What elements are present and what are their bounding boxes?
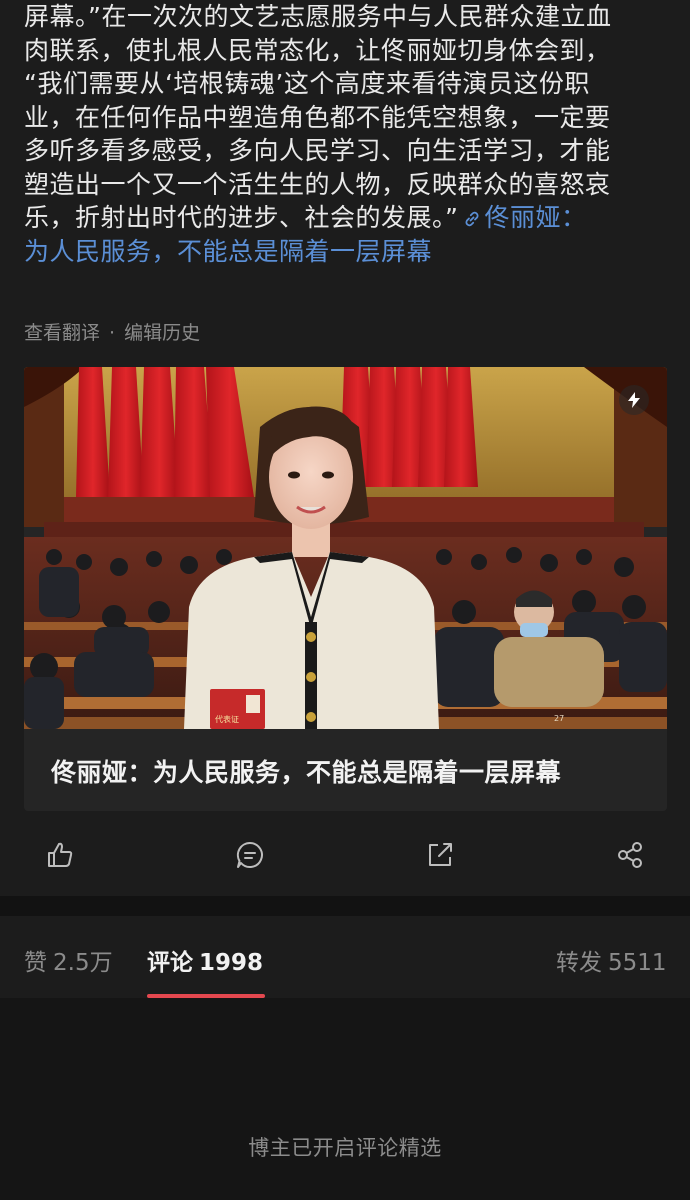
post-body: 屏幕。”在一次次的文艺志愿服务中与人民群众建立血 肉联系，使扎根人民常态化，让佟… <box>0 0 690 896</box>
tab-comments-count: 1998 <box>199 950 264 976</box>
tab-reposts[interactable]: 转发 5511 <box>556 943 667 977</box>
article-text: 屏幕。”在一次次的文艺志愿服务中与人民群众建立血 肉联系，使扎根人民常态化，让佟… <box>24 0 670 268</box>
weibo-post-page: 屏幕。”在一次次的文艺志愿服务中与人民群众建立血 肉联系，使扎根人民常态化，让佟… <box>0 0 690 1200</box>
live-photo-badge <box>619 385 649 415</box>
tab-likes[interactable]: 赞 2.5万 <box>24 943 113 977</box>
article-line: 屏幕。”在一次次的文艺志愿服务中与人民群众建立血 <box>24 2 612 31</box>
interaction-tabs: 赞 2.5万 评论 1998 转发 5511 <box>0 916 690 998</box>
repost-button[interactable] <box>423 838 457 872</box>
article-line: 肉联系，使扎根人民常态化，让佟丽娅切身体会到， <box>24 35 611 65</box>
share-button[interactable] <box>613 838 647 872</box>
seat-number: 27 <box>554 714 564 723</box>
section-divider <box>0 896 690 916</box>
share-icon <box>618 842 642 868</box>
article-line: 业，在任何作品中塑造角色都不能凭空想象，一定要 <box>24 102 611 132</box>
link-icon <box>466 211 479 227</box>
article-line: 塑造出一个又一个活生生的人物，反映群众的喜怒哀 <box>24 169 611 199</box>
tab-likes-label: 赞 <box>24 950 47 976</box>
repost-icon <box>429 843 452 866</box>
comment-button[interactable] <box>233 838 267 872</box>
article-card[interactable]: 代表证 27 佟丽娅：为人民服务，不能总是隔着一层屏幕 <box>24 367 667 811</box>
tab-comments[interactable]: 评论 1998 <box>147 943 263 977</box>
article-line-text: 乐，折射出时代的进步、社会的发展。” <box>24 203 459 232</box>
thumbs-up-icon <box>48 842 73 867</box>
card-cover-image[interactable]: 代表证 27 <box>24 367 667 729</box>
comment-icon <box>236 841 263 868</box>
cover-photo-illustration: 代表证 27 <box>24 367 667 729</box>
tab-reposts-count: 5511 <box>608 950 667 976</box>
tab-likes-count: 2.5万 <box>53 950 113 976</box>
topic-link[interactable]: 佟丽娅： <box>458 203 586 232</box>
card-title[interactable]: 佟丽娅：为人民服务，不能总是隔着一层屏幕 <box>51 753 561 789</box>
tab-reposts-label: 转发 <box>556 950 602 976</box>
delegate-badge-text: 代表证 <box>215 714 239 724</box>
view-translation-link[interactable]: 查看翻译 <box>24 322 100 344</box>
topic-link-continued[interactable]: 为人民服务，不能总是隔着一层屏幕 <box>24 235 670 269</box>
tab-comments-label: 评论 <box>147 950 193 976</box>
comments-curated-notice: 博主已开启评论精选 <box>248 1136 442 1160</box>
meta-separator: · <box>109 322 116 344</box>
action-bar <box>0 826 690 886</box>
lightning-icon <box>628 392 640 408</box>
article-line-with-link: 乐，折射出时代的进步、社会的发展。” 佟丽娅： <box>24 201 670 235</box>
article-line: 多听多看多感受，多向人民学习、向生活学习，才能 <box>24 136 611 165</box>
like-button[interactable] <box>43 838 77 872</box>
article-line: “我们需要从‘培根铸魂’这个高度来看待演员这份职 <box>24 69 590 98</box>
edit-history-link[interactable]: 编辑历史 <box>124 322 200 344</box>
comments-area: 博主已开启评论精选 <box>0 998 690 1200</box>
topic-link-text-1: 佟丽娅： <box>484 203 587 232</box>
meta-row: 查看翻译 · 编辑历史 <box>24 318 200 345</box>
